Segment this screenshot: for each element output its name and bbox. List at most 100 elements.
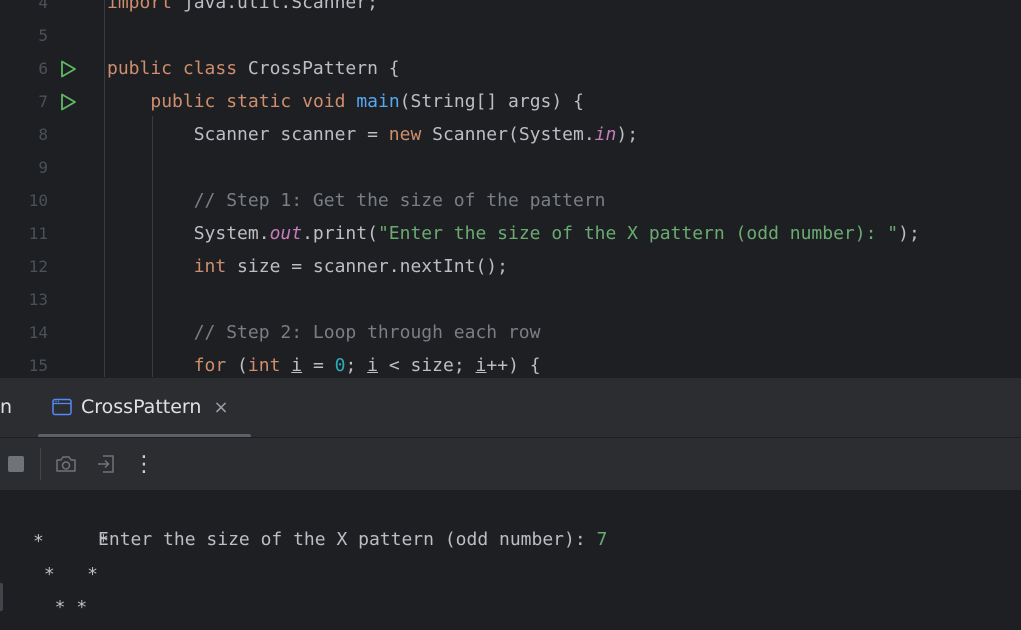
code-text: // Step 2: Loop through each row [107,316,541,349]
camera-icon [56,456,76,472]
line-number: 8 [38,125,48,144]
code-token: public [150,91,216,112]
code-token: System. [107,223,270,244]
code-token: import [107,0,173,13]
console-prompt-line: Enter the size of the X pattern (odd num… [33,490,607,589]
code-line[interactable]: 5 [0,19,1021,52]
stop-icon [8,456,24,472]
code-line[interactable]: 4 import java.util.Scanner; [0,0,1021,19]
code-token: i [291,355,303,376]
code-line[interactable]: 6 public class CrossPattern { [0,52,1021,85]
run-tab-label: CrossPattern [81,396,202,418]
line-number: 4 [38,0,48,12]
stop-button[interactable] [4,452,28,476]
code-text: // Step 1: Get the size of the pattern [107,184,606,217]
code-token: ); [898,223,920,244]
code-line[interactable]: 14 // Step 2: Loop through each row [0,316,1021,349]
line-number: 10 [28,191,48,210]
scroll-marker [0,583,3,611]
code-text: public static void main(String[] args) { [107,85,584,118]
exit-button[interactable] [94,452,118,476]
code-token: java.util.Scanner; [172,0,378,13]
code-token: i [367,355,378,376]
line-number: 15 [28,356,48,375]
code-token: ( [226,355,248,376]
code-token: void [302,91,346,112]
code-token: new [388,124,422,145]
console-output-line: * * [33,564,99,585]
line-number: 7 [38,92,48,111]
run-tool-window: n CrossPattern × ⋮ Enter the size of the… [0,377,1021,630]
code-line[interactable]: 13 [0,283,1021,316]
console-icon [52,398,72,416]
code-token: = [302,355,335,376]
code-token: for [193,355,227,376]
line-number: 5 [38,26,48,45]
more-options-button[interactable]: ⋮ [132,451,156,477]
code-text: int size = scanner.nextInt(); [107,250,508,283]
console-user-input: 7 [596,529,608,550]
code-line[interactable]: 11 System.out.print("Enter the size of t… [0,217,1021,250]
more-vertical-icon: ⋮ [133,451,155,477]
code-text: import java.util.Scanner; [107,0,378,19]
code-token: ; [345,355,368,376]
console-output-line: * * [33,597,88,618]
exit-icon [98,455,114,473]
code-token: < size; [378,355,476,376]
close-icon[interactable]: × [213,397,228,418]
run-icon[interactable] [58,92,78,112]
code-token: public [107,58,173,79]
console-output-line: * * [33,531,109,552]
code-line[interactable]: 10 // Step 1: Get the size of the patter… [0,184,1021,217]
toolbar-divider [40,448,41,480]
run-icon[interactable] [58,59,78,79]
code-text: Scanner scanner = new Scanner(System.in)… [107,118,638,151]
line-number: 9 [38,158,48,177]
code-token: .print( [302,223,378,244]
code-token: int [247,355,281,376]
code-line[interactable]: 12 int size = scanner.nextInt(); [0,250,1021,283]
code-token: static [226,91,292,112]
code-token: int [193,256,227,277]
run-panel-title: n [0,396,13,418]
line-number: 14 [28,323,48,342]
code-text: System.out.print("Enter the size of the … [107,217,920,250]
code-token: // Step 1: Get the size of the pattern [193,190,606,211]
line-number: 11 [28,224,48,243]
code-token: main [356,91,400,112]
screenshot-button[interactable] [54,452,78,476]
code-token: i [475,355,487,376]
code-token: // Step 2: Loop through each row [193,322,541,343]
code-token: class [182,58,238,79]
code-token: (String[] args) { [399,91,584,112]
run-tab-crosspattern[interactable]: CrossPattern × [52,392,229,422]
code-token: in [594,124,617,145]
line-number: 13 [28,290,48,309]
code-token: CrossPattern { [237,58,400,79]
code-token: out [269,223,303,244]
line-number: 12 [28,257,48,276]
code-editor[interactable]: 4 import java.util.Scanner; 5 6 public class… [0,0,1021,377]
code-line[interactable]: 8 Scanner scanner = new Scanner(System.i… [0,118,1021,151]
code-text: for (int i = 0; i < size; i++) { [107,349,541,377]
code-token: "Enter the size of the X pattern (odd nu… [377,223,899,244]
run-toolbar: ⋮ [0,437,1021,491]
code-line[interactable]: 7 public static void main(String[] args)… [0,85,1021,118]
code-line[interactable]: 15 for (int i = 0; i < size; i++) { [0,349,1021,377]
line-number: 6 [38,59,48,78]
code-token: Scanner(System. [421,124,595,145]
console-output[interactable]: Enter the size of the X pattern (odd num… [0,490,1021,630]
code-line[interactable]: 9 [0,151,1021,184]
console-prompt: Enter the size of the X pattern (odd num… [98,529,597,550]
code-text: public class CrossPattern { [107,52,400,85]
